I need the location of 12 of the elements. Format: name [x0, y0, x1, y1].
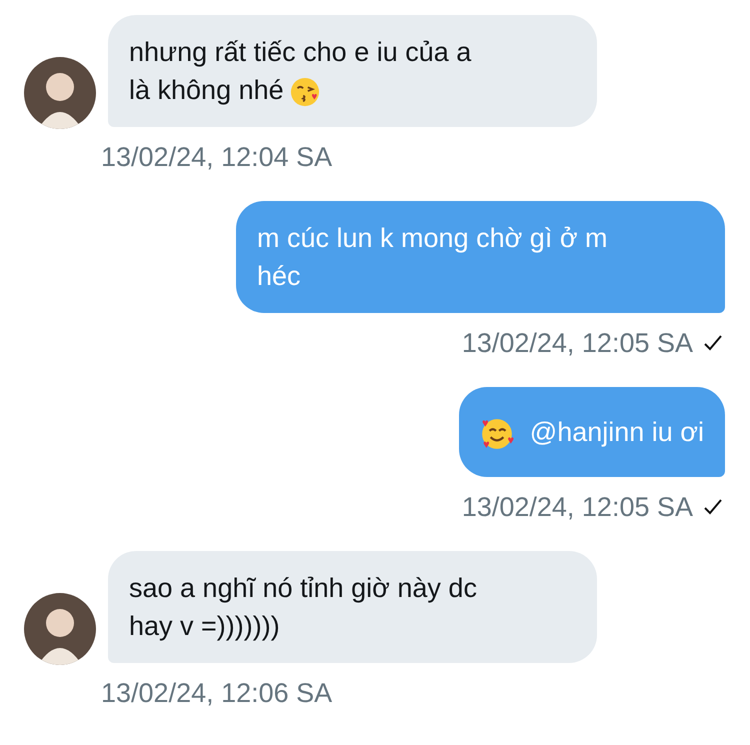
message-text: @hanjinn iu ơi: [480, 413, 704, 451]
smiling-face-hearts-icon: [480, 416, 514, 451]
timestamp: 13/02/24, 12:04 SA: [101, 141, 332, 174]
timestamp: 13/02/24, 12:05 SA: [462, 327, 693, 360]
kissing-face-icon: [290, 76, 320, 107]
message-text: m cúc lun k mong chờ gì ở m héc: [257, 222, 608, 293]
message-bubble[interactable]: nhưng rất tiếc cho e iu của a là không nhé: [108, 15, 597, 127]
message-text: sao a nghĩ nó tỉnh giờ này dc hay v =))))))): [129, 573, 477, 641]
message-bubble[interactable]: sao a nghĩ nó tỉnh giờ này dc hay v =))))))): [108, 551, 597, 663]
timestamp: 13/02/24, 12:06 SA: [101, 677, 332, 710]
timestamp: 13/02/24, 12:05 SA: [462, 491, 693, 524]
message-text: nhưng rất tiếc cho e iu của a là không nhé: [129, 37, 472, 105]
